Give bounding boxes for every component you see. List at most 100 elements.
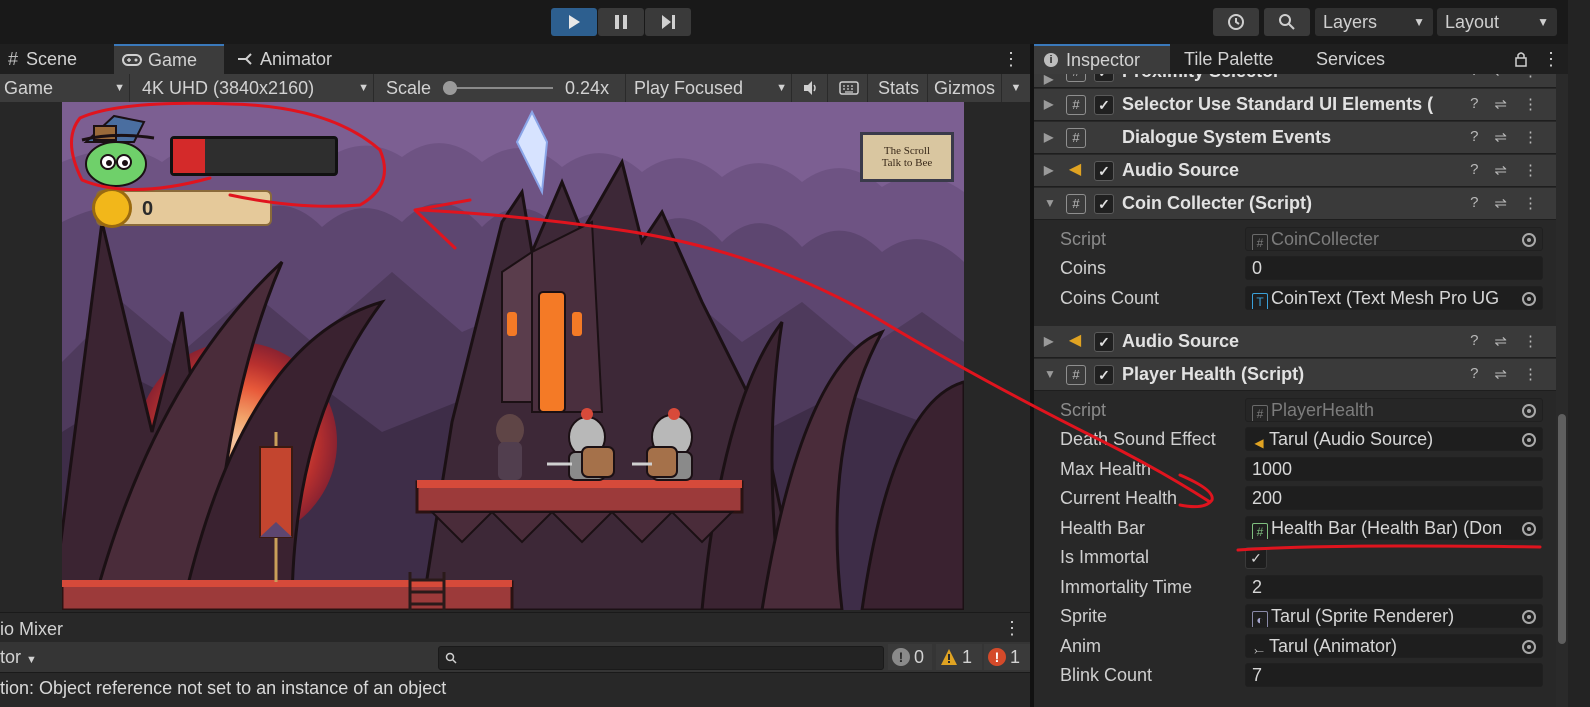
keyboard-shortcuts-button[interactable] [830, 74, 868, 102]
console-status-line[interactable]: tion: Object reference not set to an ins… [0, 674, 1030, 707]
component-header-audio-source[interactable]: ▶ ◀ ✓ Audio Source ? ⇌ ⋮ [1034, 155, 1556, 187]
lock-icon[interactable] [1514, 51, 1528, 67]
more-options-icon[interactable]: ⋮ [1523, 194, 1538, 212]
tab-game[interactable]: Game [114, 44, 224, 74]
warning-count-toggle[interactable]: 1 [936, 644, 982, 670]
object-picker-icon[interactable] [1522, 640, 1536, 654]
component-title: Coin Collecter (Script) [1122, 193, 1313, 213]
coins-input[interactable]: 0 [1245, 256, 1543, 280]
component-header-audio-source-2[interactable]: ▶ ◀ ✓ Audio Source ? ⇌ ⋮ [1034, 326, 1556, 358]
blink-count-input[interactable]: 7 [1245, 663, 1543, 687]
expand-arrow-icon[interactable]: ▶ [1044, 130, 1053, 144]
more-options-icon[interactable]: ⋮ [1523, 332, 1538, 350]
tab-scene[interactable]: # Scene [0, 44, 110, 74]
history-button[interactable] [1213, 8, 1259, 36]
help-icon[interactable]: ? [1470, 161, 1478, 179]
tab-services[interactable]: Services [1316, 44, 1416, 74]
console-dropdown[interactable]: tor ▼ [0, 647, 37, 668]
tab-animator[interactable]: Animator [236, 44, 376, 74]
tab-inspector[interactable]: i Inspector [1034, 44, 1170, 74]
component-header-player-health[interactable]: ▼ # ✓ Player Health (Script) ? ⇌ ⋮ [1034, 359, 1556, 391]
help-icon[interactable]: ? [1470, 128, 1478, 146]
scale-slider[interactable] [443, 81, 554, 95]
more-options-icon[interactable]: ⋮ [1002, 44, 1020, 74]
gizmos-button[interactable]: Gizmos [928, 74, 1002, 102]
game-viewport[interactable]: 0 The Scroll Talk to Bee [62, 102, 964, 610]
preset-icon[interactable]: ⇌ [1494, 128, 1507, 146]
preset-icon[interactable]: ⇌ [1494, 161, 1507, 179]
collapse-arrow-icon[interactable]: ▼ [1044, 367, 1056, 381]
coins-count-reference-field[interactable]: T CoinText (Text Mesh Pro UG [1245, 286, 1543, 310]
object-picker-icon[interactable] [1522, 292, 1536, 306]
immortality-time-input[interactable]: 2 [1245, 575, 1543, 599]
pause-button[interactable] [598, 8, 644, 36]
component-title: Proximity Selector [1122, 74, 1452, 82]
property-value: CoinText (Text Mesh Pro UG [1271, 288, 1500, 308]
more-options-icon[interactable]: ⋮ [1523, 74, 1538, 80]
error-count-toggle[interactable]: ! 1 [984, 644, 1030, 670]
search-button[interactable] [1264, 8, 1310, 36]
collapse-arrow-icon[interactable]: ▼ [1044, 196, 1056, 210]
anim-reference-field[interactable]: ⤚ Tarul (Animator) [1245, 634, 1543, 658]
help-icon[interactable]: ? [1470, 365, 1478, 383]
component-enabled-checkbox[interactable]: ✓ [1094, 194, 1114, 214]
current-health-input[interactable]: 200 [1245, 486, 1543, 510]
more-options-icon[interactable]: ⋮ [1523, 365, 1538, 383]
component-enabled-checkbox[interactable]: ✓ [1094, 332, 1114, 352]
step-button[interactable] [645, 8, 691, 36]
death-sound-reference-field[interactable]: ◀ Tarul (Audio Source) [1245, 427, 1543, 451]
window-edge [1568, 0, 1590, 707]
preset-icon[interactable]: ⇌ [1494, 194, 1507, 212]
gizmos-dropdown[interactable]: ▼ [1002, 74, 1030, 102]
preset-icon[interactable]: ⇌ [1494, 74, 1507, 80]
object-picker-icon[interactable] [1522, 522, 1536, 536]
help-icon[interactable]: ? [1470, 194, 1478, 212]
component-enabled-checkbox[interactable]: ✓ [1094, 95, 1114, 115]
preset-icon[interactable]: ⇌ [1494, 332, 1507, 350]
mute-audio-button[interactable] [794, 74, 828, 102]
component-header-coin-collecter[interactable]: ▼ # ✓ Coin Collecter (Script) ? ⇌ ⋮ [1034, 188, 1556, 220]
play-button[interactable] [551, 8, 597, 36]
more-options-icon[interactable]: ⋮ [1523, 161, 1538, 179]
preset-icon[interactable]: ⇌ [1494, 95, 1507, 113]
more-options-icon[interactable]: ⋮ [1523, 128, 1538, 146]
console-search-input[interactable] [438, 646, 884, 670]
help-icon[interactable]: ? [1470, 95, 1478, 113]
object-picker-icon[interactable] [1522, 610, 1536, 624]
health-bar-reference-field[interactable]: # Health Bar (Health Bar) (Don [1245, 516, 1543, 540]
expand-arrow-icon[interactable]: ▶ [1044, 334, 1053, 348]
inspector-scrollbar[interactable] [1556, 74, 1568, 707]
display-dropdown[interactable]: Game ▼ [0, 74, 130, 102]
play-mode-dropdown[interactable]: Play Focused ▼ [630, 74, 792, 102]
component-header-selector-ui-elements[interactable]: ▶ # ✓ Selector Use Standard UI Elements … [1034, 89, 1556, 121]
preset-icon[interactable]: ⇌ [1494, 365, 1507, 383]
expand-arrow-icon[interactable]: ▶ [1044, 74, 1053, 86]
component-enabled-checkbox[interactable]: ✓ [1094, 74, 1114, 82]
more-options-icon[interactable]: ⋮ [1542, 49, 1560, 70]
component-header-dialogue-system-events[interactable]: ▶ # Dialogue System Events ? ⇌ ⋮ [1034, 122, 1556, 154]
chevron-down-icon: ▼ [776, 82, 787, 94]
object-picker-icon[interactable] [1522, 433, 1536, 447]
info-count-toggle[interactable]: ! 0 [888, 644, 932, 670]
is-immortal-checkbox[interactable]: ✓ [1245, 547, 1267, 569]
stats-button[interactable]: Stats [870, 74, 928, 102]
layers-dropdown[interactable]: Layers ▼ [1315, 8, 1433, 36]
more-options-icon[interactable]: ⋮ [1003, 618, 1021, 639]
max-health-input[interactable]: 1000 [1245, 457, 1543, 481]
inspector-scrollbar-thumb[interactable] [1558, 414, 1566, 644]
help-icon[interactable]: ? [1470, 74, 1478, 80]
component-header-proximity-selector[interactable]: ▶ # ✓ Proximity Selector ? ⇌ ⋮ [1034, 74, 1556, 88]
keyboard-icon [838, 81, 859, 95]
scale-slider-thumb[interactable] [443, 81, 458, 95]
expand-arrow-icon[interactable]: ▶ [1044, 163, 1053, 177]
component-enabled-checkbox[interactable]: ✓ [1094, 365, 1114, 385]
layout-dropdown[interactable]: Layout ▼ [1437, 8, 1557, 36]
resolution-dropdown[interactable]: 4K UHD (3840x2160) ▼ [138, 74, 374, 102]
sprite-reference-field[interactable]: ◐ Tarul (Sprite Renderer) [1245, 604, 1543, 628]
component-enabled-checkbox[interactable]: ✓ [1094, 161, 1114, 181]
more-options-icon[interactable]: ⋮ [1523, 95, 1538, 113]
expand-arrow-icon[interactable]: ▶ [1044, 97, 1053, 111]
tab-tile-palette[interactable]: Tile Palette [1184, 44, 1304, 74]
help-icon[interactable]: ? [1470, 332, 1478, 350]
warning-count: 1 [962, 646, 973, 667]
